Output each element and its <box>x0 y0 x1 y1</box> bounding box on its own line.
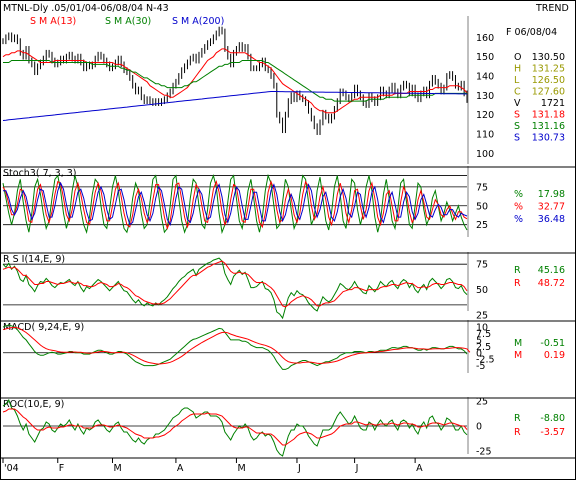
stochastic-y-tick-label: 75 <box>476 182 488 193</box>
macd-readout-value: -0.51 <box>540 338 565 349</box>
price-readout-label: S <box>514 110 520 121</box>
stochastic-readout-value: 17.98 <box>538 189 565 200</box>
rsi-y-tick-label: 25 <box>476 311 488 322</box>
x-tick-label: A <box>177 463 184 474</box>
stochastic-y-tick-label: 50 <box>476 201 488 212</box>
date-label: F 06/08/04 <box>506 27 557 38</box>
price-readout-value: 126.50 <box>532 75 565 86</box>
macd-y-tick-label: 10 <box>476 323 488 334</box>
price-y-tick-label: 140 <box>476 72 494 83</box>
macd-readout-label: M <box>514 350 522 361</box>
x-tick-label: A <box>416 463 423 474</box>
price-y-tick-label: 130 <box>476 91 494 102</box>
roc-y-tick-label: 0 <box>476 422 482 433</box>
chart-svg: MTNL-Dly .05/01/04-06/08/04 N-43 TREND F… <box>0 0 576 480</box>
rsi-legend-label: R S I(14,E, 9) <box>3 254 65 265</box>
stochastic-readout-label: % <box>514 202 523 213</box>
price-readout-label: S <box>514 121 520 132</box>
stochastic-readout-value: 32.77 <box>538 202 565 213</box>
price-readout-label: O <box>514 52 521 63</box>
brand-label: TREND <box>535 3 569 14</box>
price-readout-label: V <box>514 98 521 109</box>
price-readout-value: 130.50 <box>532 52 565 63</box>
macd-readout-label: M <box>514 338 522 349</box>
roc-y-tick-label: -25 <box>476 447 492 458</box>
price-readout-value: 131.16 <box>532 121 565 132</box>
price-y-tick-label: 110 <box>476 130 494 141</box>
roc-readout-value: -8.80 <box>540 413 565 424</box>
rsi-readout-label: R <box>514 278 521 289</box>
rsi-readout-value: 48.72 <box>538 278 565 289</box>
x-tick-label: F <box>59 463 64 474</box>
rsi-y-tick-label: 50 <box>476 285 488 296</box>
price-readout-label: C <box>514 87 521 98</box>
stochastic-legend-label: Stoch3( 7, 3, 3) <box>3 168 77 179</box>
price-readout-label: L <box>514 75 520 86</box>
price-y-tick-label: 150 <box>476 52 494 63</box>
stochastic-readout-label: % <box>514 214 523 225</box>
stochastic-readout-value: 36.48 <box>538 214 565 225</box>
x-tick-label: J <box>355 463 359 474</box>
price-readout-value: 1721 <box>541 98 565 109</box>
rsi-readout-value: 45.16 <box>538 265 565 276</box>
roc-readout-label: R <box>514 427 521 438</box>
roc-y-tick-label: 25 <box>476 397 488 408</box>
chart-title: MTNL-Dly .05/01/04-06/08/04 N-43 <box>3 3 169 14</box>
price-readout-value: 131.25 <box>532 64 565 75</box>
x-tick-label: '04 <box>4 463 19 474</box>
macd-readout-value: 0.19 <box>544 350 565 361</box>
rsi-y-tick-label: 75 <box>476 260 488 271</box>
price-y-tick-label: 100 <box>476 149 494 160</box>
stock-chart: MTNL-Dly .05/01/04-06/08/04 N-43 TREND F… <box>0 0 576 480</box>
roc-readout-value: -3.57 <box>540 427 565 438</box>
stochastic-y-tick-label: 25 <box>476 220 488 231</box>
stochastic-readout-label: % <box>514 189 523 200</box>
price-y-tick-label: 120 <box>476 110 494 121</box>
x-tick-label: J <box>297 463 301 474</box>
price-legend-label: S M A(200) <box>172 16 224 27</box>
price-readout-value: 130.73 <box>532 133 565 144</box>
price-readout-value: 127.60 <box>532 87 565 98</box>
price-readout-label: H <box>514 64 521 75</box>
price-y-tick-label: 160 <box>476 33 494 44</box>
price-legend-label: S M A(13) <box>30 16 76 27</box>
x-tick-label: M <box>237 463 245 474</box>
rsi-readout-label: R <box>514 265 521 276</box>
price-legend-label: S M A(30) <box>105 16 151 27</box>
price-readout-label: S <box>514 133 520 144</box>
price-readout-value: 131.18 <box>532 110 565 121</box>
roc-readout-label: R <box>514 413 521 424</box>
x-tick-label: M <box>114 463 122 474</box>
